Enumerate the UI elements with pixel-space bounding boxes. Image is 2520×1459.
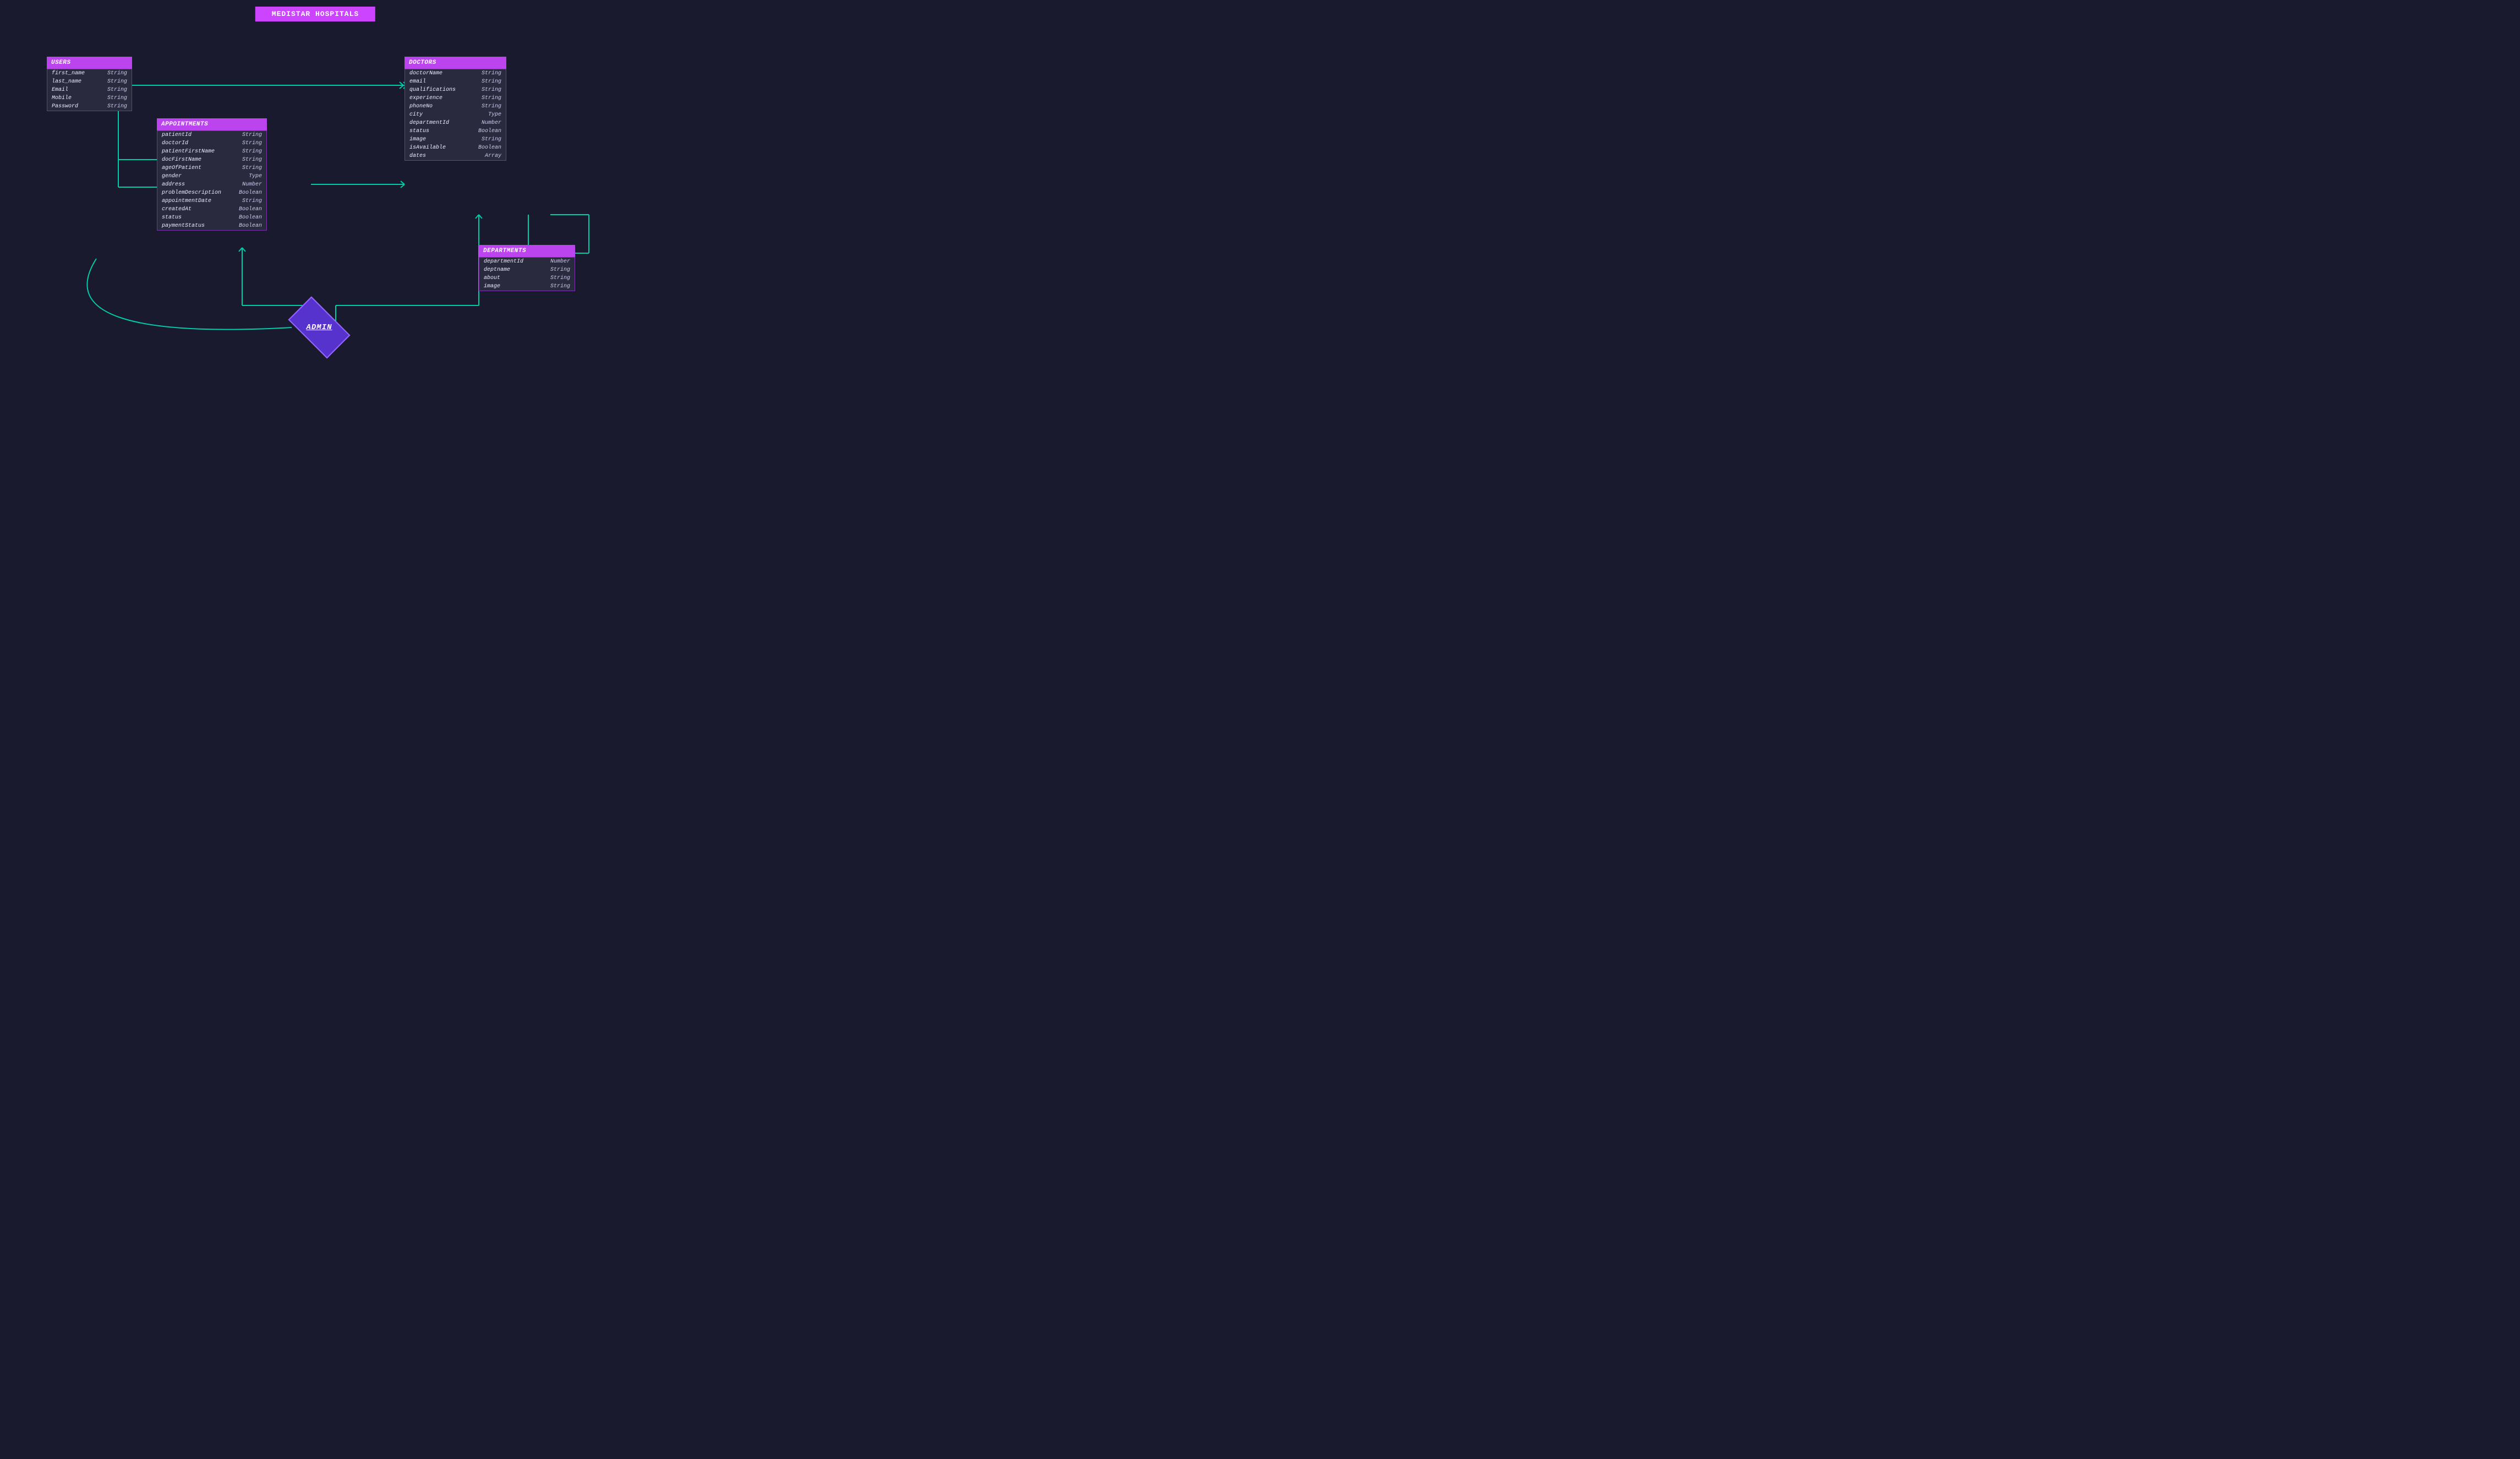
table-row: qualificationsString	[405, 86, 506, 94]
appointments-body: patientIdString doctorIdString patientFi…	[157, 130, 267, 231]
title-banner: MEDISTAR HOSPITALS	[255, 7, 375, 21]
table-row: patientIdString	[157, 131, 266, 139]
table-row: departmentIdNumber	[479, 258, 575, 266]
doctors-header: DOCTORS	[404, 57, 506, 69]
table-row: appointmentDateString	[157, 197, 266, 205]
departments-body: departmentIdNumber deptnameString aboutS…	[479, 257, 575, 291]
table-row: isAvailableBoolean	[405, 144, 506, 152]
appointments-header: APPOINTMENTS	[157, 118, 267, 130]
doctors-table: DOCTORS doctorNameString emailString qua…	[404, 57, 506, 161]
table-row: patientFirstNameString	[157, 147, 266, 156]
table-row: docFirstNameString	[157, 156, 266, 164]
table-row: statusBoolean	[405, 127, 506, 135]
users-body: first_nameString last_nameString EmailSt…	[47, 69, 132, 111]
doctors-body: doctorNameString emailString qualificati…	[404, 69, 506, 161]
table-row: ageOfPatientString	[157, 164, 266, 172]
table-row: addressNumber	[157, 181, 266, 189]
table-row: phoneNoString	[405, 102, 506, 111]
table-row: first_nameString	[47, 69, 132, 78]
appointments-table: APPOINTMENTS patientIdString doctorIdStr…	[157, 118, 267, 231]
table-row: imageString	[479, 282, 575, 291]
table-row: doctorNameString	[405, 69, 506, 78]
users-table: USERS first_nameString last_nameString E…	[47, 57, 132, 111]
table-row: cityType	[405, 111, 506, 119]
table-row: paymentStatusBoolean	[157, 222, 266, 230]
table-row: PasswordString	[47, 102, 132, 111]
table-row: departmentIdNumber	[405, 119, 506, 127]
admin-entity: ADMIN	[286, 308, 352, 347]
table-row: imageString	[405, 135, 506, 144]
table-row: last_nameString	[47, 78, 132, 86]
table-row: createdAtBoolean	[157, 205, 266, 214]
table-row: doctorIdString	[157, 139, 266, 147]
table-row: datesArray	[405, 152, 506, 160]
table-row: EmailString	[47, 86, 132, 94]
table-row: genderType	[157, 172, 266, 181]
table-row: aboutString	[479, 274, 575, 282]
table-row: experienceString	[405, 94, 506, 102]
table-row: statusBoolean	[157, 214, 266, 222]
table-row: MobileString	[47, 94, 132, 102]
admin-label: ADMIN	[306, 323, 332, 332]
users-header: USERS	[47, 57, 132, 69]
diagram-container: MEDISTAR HOSPITALS USERS first_nameStrin…	[0, 0, 631, 365]
table-row: emailString	[405, 78, 506, 86]
departments-header: DEPARTMENTS	[479, 245, 575, 257]
table-row: problemDescriptionBoolean	[157, 189, 266, 197]
departments-table: DEPARTMENTS departmentIdNumber deptnameS…	[479, 245, 575, 291]
table-row: deptnameString	[479, 266, 575, 274]
